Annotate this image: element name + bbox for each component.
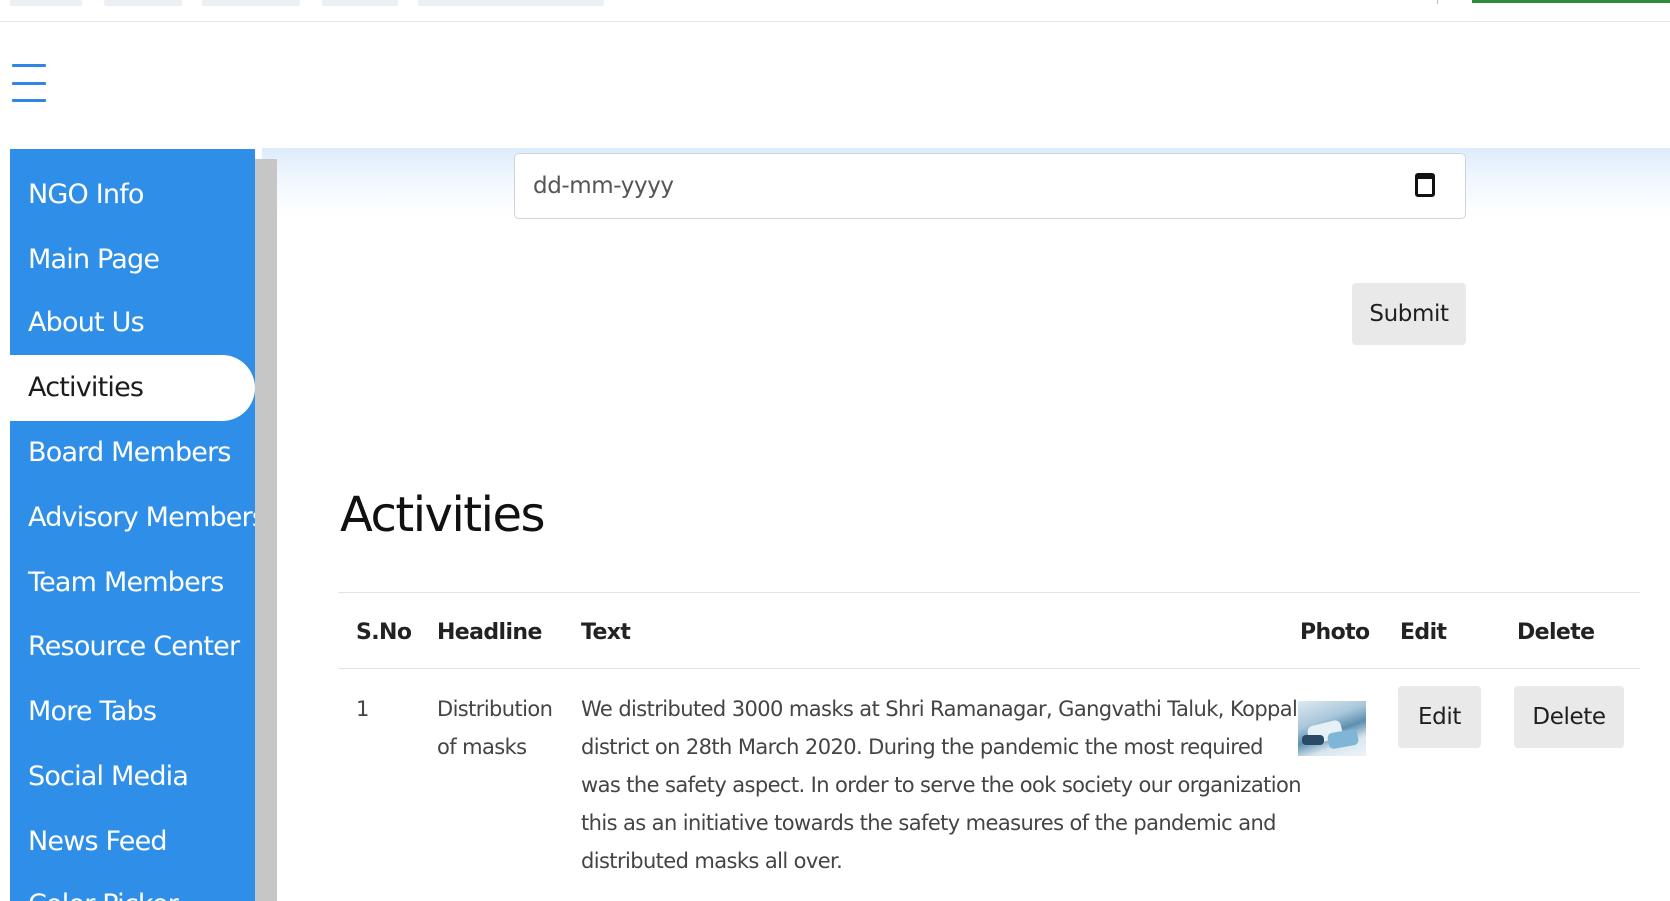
cell-text-line: We distributed 3000 masks at Shri Ramana… <box>581 697 1298 721</box>
column-header-text: Text <box>581 620 631 645</box>
calendar-icon[interactable] <box>1415 173 1435 197</box>
column-header-delete: Delete <box>1517 620 1595 645</box>
cell-sno: 1 <box>356 697 369 721</box>
cell-headline-line: Distribution <box>437 697 553 721</box>
photo-detail <box>1302 735 1324 745</box>
sidebar: NGO Info Main Page About Us Activities B… <box>10 149 255 901</box>
sidebar-item-news-feed[interactable]: News Feed <box>10 809 255 875</box>
cell-headline-line: of masks <box>437 735 527 759</box>
sidebar-item-resource-center[interactable]: Resource Center <box>10 614 255 680</box>
delete-button[interactable]: Delete <box>1514 686 1624 748</box>
column-header-edit: Edit <box>1400 620 1447 645</box>
sidebar-item-board-members[interactable]: Board Members <box>10 420 255 486</box>
submit-button[interactable]: Submit <box>1352 283 1466 345</box>
sidebar-item-main-page[interactable]: Main Page <box>10 227 255 293</box>
faded-nav-item <box>10 0 82 6</box>
sidebar-item-activities[interactable]: Activities <box>10 355 255 421</box>
faded-nav-item <box>202 0 300 6</box>
table-top-border <box>338 592 1640 593</box>
cell-text-line: this as an initiative towards the safety… <box>581 811 1277 835</box>
sidebar-item-more-tabs[interactable]: More Tabs <box>10 679 255 745</box>
page-title: Activities <box>340 487 545 543</box>
column-header-sno: S.No <box>356 620 412 645</box>
browser-top-strip <box>0 0 1670 22</box>
hamburger-bar <box>12 81 46 85</box>
cell-text-line: was the safety aspect. In order to serve… <box>581 773 1302 797</box>
sidebar-item-color-picker[interactable]: Color Picker <box>10 872 255 901</box>
sidebar-item-advisory-members[interactable]: Advisory Members <box>10 485 255 551</box>
accent-line <box>1472 0 1670 3</box>
cell-text-line: distributed masks all over. <box>581 849 843 873</box>
sidebar-item-about-us[interactable]: About Us <box>10 290 255 356</box>
hamburger-bar <box>12 64 46 67</box>
edit-button[interactable]: Edit <box>1398 686 1481 748</box>
activity-photo <box>1298 701 1366 756</box>
date-input[interactable]: dd-mm-yyyy <box>514 153 1466 219</box>
faded-nav-item <box>418 0 604 6</box>
hamburger-menu-icon[interactable] <box>12 64 46 102</box>
sidebar-item-ngo-info[interactable]: NGO Info <box>10 162 255 228</box>
sidebar-scrollbar[interactable] <box>255 159 277 901</box>
hamburger-bar <box>12 99 46 102</box>
column-header-photo: Photo <box>1300 620 1370 645</box>
table-header-border <box>338 668 1640 669</box>
divider <box>1437 0 1438 4</box>
faded-nav-item <box>104 0 182 6</box>
faded-nav-item <box>322 0 398 6</box>
cell-text-line: district on 28th March 2020. During the … <box>581 735 1263 759</box>
column-header-headline: Headline <box>437 620 542 645</box>
date-placeholder: dd-mm-yyyy <box>533 173 674 199</box>
sidebar-item-team-members[interactable]: Team Members <box>10 550 255 616</box>
sidebar-item-social-media[interactable]: Social Media <box>10 744 255 810</box>
